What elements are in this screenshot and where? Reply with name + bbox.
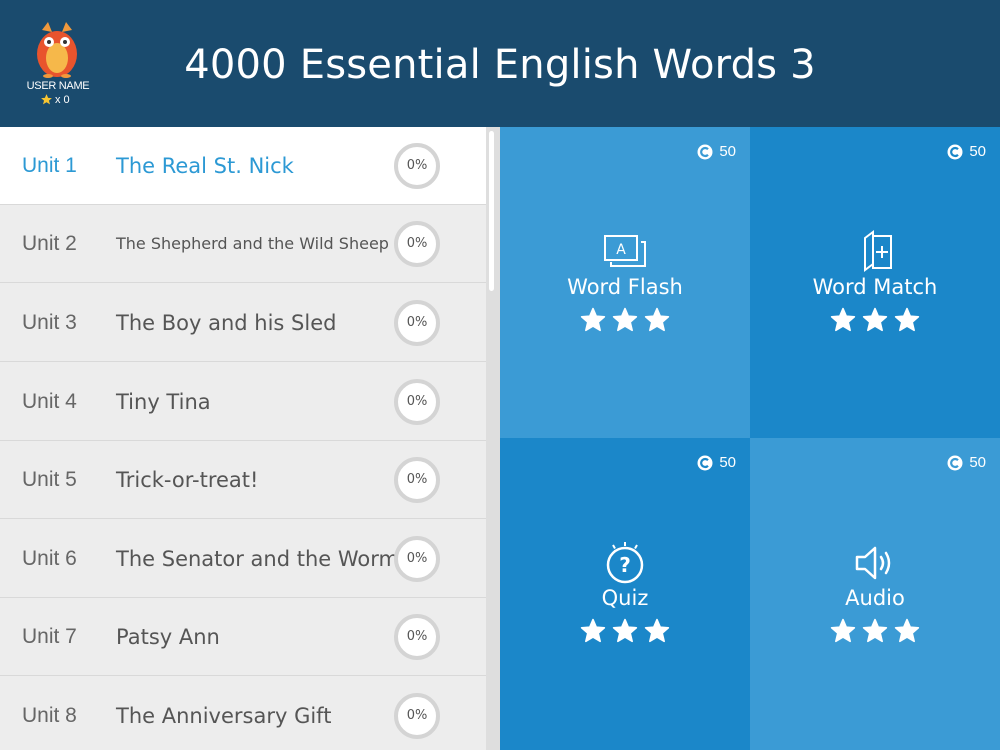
unit-number: Unit 3 [22, 311, 77, 334]
unit-title: Patsy Ann [116, 625, 220, 649]
star-icon [830, 618, 856, 643]
coin-value: 50 [969, 454, 986, 471]
star-icon [644, 307, 670, 332]
coin-icon [947, 144, 963, 159]
unit-number: Unit 4 [22, 390, 77, 413]
unit-progress: 0% [394, 300, 440, 346]
tile-label: Quiz [601, 586, 649, 610]
coin-cost: 50 [697, 454, 736, 471]
star-count-value: x 0 [55, 93, 70, 106]
unit-list: Unit 1 The Real St. Nick 0% Unit 2 The S… [0, 127, 486, 750]
quiz-icon: ? [606, 542, 644, 584]
svg-text:?: ? [619, 553, 631, 577]
unit-number: Unit 2 [22, 232, 77, 255]
word-match-icon [864, 230, 892, 272]
star-icon [830, 307, 856, 332]
unit-progress: 0% [394, 379, 440, 425]
unit-progress: 0% [394, 536, 440, 582]
svg-text:A: A [616, 242, 626, 258]
unit-title: The Boy and his Sled [116, 311, 337, 335]
unit-row-7[interactable]: Unit 7 Patsy Ann 0% [0, 598, 486, 676]
unit-title: Trick-or-treat! [116, 468, 259, 492]
audio-tile[interactable]: 50 Audio [750, 438, 1000, 750]
tile-stars [750, 307, 1000, 333]
star-icon [644, 618, 670, 643]
unit-title: The Senator and the Worm [116, 547, 399, 571]
tile-label: Word Flash [567, 275, 683, 299]
page-title: 4000 Essential English Words 3 [184, 42, 816, 88]
unit-progress: 0% [394, 457, 440, 503]
coin-value: 50 [719, 454, 736, 471]
audio-icon [855, 546, 891, 580]
unit-row-6[interactable]: Unit 6 The Senator and the Worm 0% [0, 520, 486, 598]
unit-title: The Anniversary Gift [116, 704, 332, 728]
unit-progress: 0% [394, 693, 440, 739]
unit-row-4[interactable]: Unit 4 Tiny Tina 0% [0, 363, 486, 441]
unit-progress: 0% [394, 143, 440, 189]
coin-cost: 50 [947, 454, 986, 471]
app-header: USER NAME x 0 4000 Essential English Wor… [0, 0, 1000, 127]
unit-row-1[interactable]: Unit 1 The Real St. Nick 0% [0, 127, 486, 205]
unit-list-scrollbar[interactable] [486, 127, 500, 750]
star-icon [580, 618, 606, 643]
word-match-tile[interactable]: 50 Word Match [750, 127, 1000, 438]
coin-value: 50 [719, 143, 736, 160]
unit-progress: 0% [394, 221, 440, 267]
coin-icon [947, 455, 963, 470]
coin-cost: 50 [697, 143, 736, 160]
star-icon [41, 94, 52, 105]
star-icon [894, 307, 920, 332]
unit-number: Unit 5 [22, 468, 77, 491]
star-icon [862, 307, 888, 332]
word-flash-icon: A [604, 235, 646, 267]
unit-row-3[interactable]: Unit 3 The Boy and his Sled 0% [0, 284, 486, 362]
star-icon [612, 618, 638, 643]
quiz-tile[interactable]: 50 ? Quiz [500, 438, 750, 750]
star-icon [612, 307, 638, 332]
star-icon [862, 618, 888, 643]
unit-title: Tiny Tina [116, 390, 211, 414]
tile-stars [500, 307, 750, 333]
tile-label: Audio [845, 586, 905, 610]
tile-stars [500, 618, 750, 644]
coin-icon [697, 455, 713, 470]
unit-row-2[interactable]: Unit 2 The Shepherd and the Wild Sheep 0… [0, 205, 486, 283]
unit-number: Unit 8 [22, 704, 77, 727]
unit-row-8[interactable]: Unit 8 The Anniversary Gift 0% [0, 677, 486, 750]
star-icon [580, 307, 606, 332]
coin-value: 50 [969, 143, 986, 160]
unit-number: Unit 1 [22, 154, 77, 177]
unit-title: The Real St. Nick [116, 154, 294, 178]
scrollbar-thumb[interactable] [489, 131, 494, 291]
coin-icon [697, 144, 713, 159]
coin-cost: 50 [947, 143, 986, 160]
user-star-count: x 0 [40, 93, 70, 106]
tile-label: Word Match [812, 275, 938, 299]
unit-title: The Shepherd and the Wild Sheep [116, 234, 389, 253]
unit-number: Unit 6 [22, 547, 77, 570]
tile-stars [750, 618, 1000, 644]
star-icon [894, 618, 920, 643]
unit-number: Unit 7 [22, 625, 77, 648]
unit-row-5[interactable]: Unit 5 Trick-or-treat! 0% [0, 441, 486, 519]
unit-progress: 0% [394, 614, 440, 660]
word-flash-tile[interactable]: 50 A Word Flash [500, 127, 750, 438]
